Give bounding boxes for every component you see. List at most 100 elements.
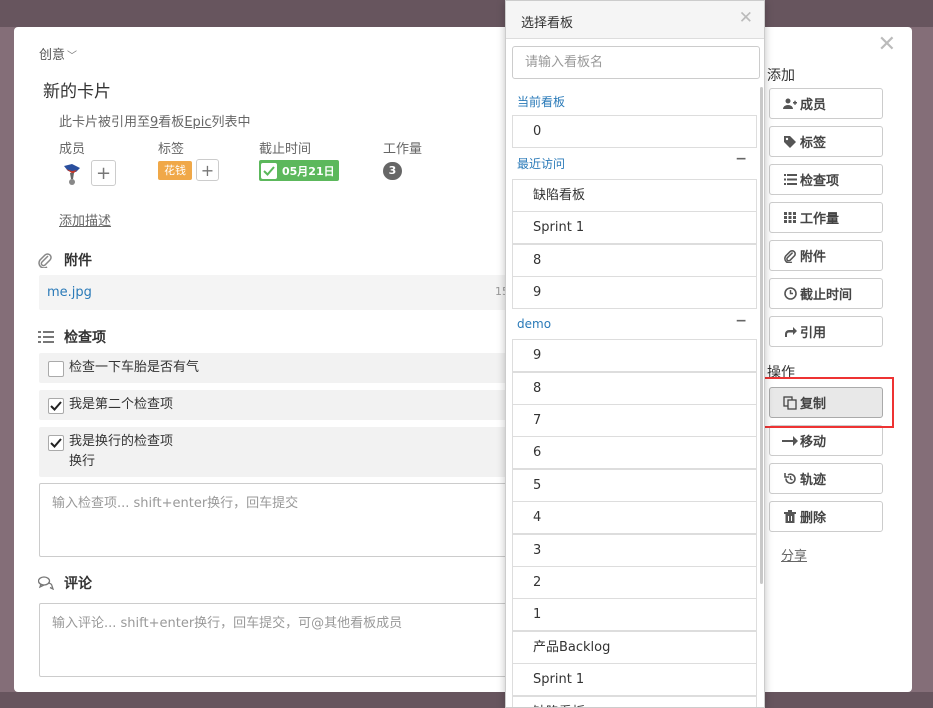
add-member-button[interactable]: + — [91, 160, 116, 186]
checklist-section-title: 检查项 — [38, 327, 106, 347]
card-detail-modal: ✕ 创意 ﹀ 新的卡片 此卡片被引用至9看板Epic列表中 成员 标签 截止时间 … — [14, 27, 912, 692]
list-breadcrumb[interactable]: 创意 ﹀ — [39, 44, 77, 63]
history-button[interactable]: 轨迹 — [769, 463, 883, 494]
add-section-title: 添加 — [767, 68, 795, 84]
list-icon — [782, 174, 798, 185]
comments-icon — [38, 576, 54, 590]
add-workload-action-button[interactable]: 工作量 — [769, 202, 883, 233]
copy-card-button[interactable]: 复制 — [769, 387, 883, 418]
checklist-item-text: 检查一下车胎是否有气 — [69, 360, 200, 375]
tag-chip[interactable]: 花钱 — [158, 161, 192, 180]
board-option[interactable]: 3 — [512, 534, 757, 567]
button-label: 移动 — [800, 435, 827, 450]
share-arrow-icon — [782, 326, 798, 337]
collapse-icon[interactable]: − — [735, 151, 747, 167]
button-label: 复制 — [800, 397, 827, 412]
popover-header: 选择看板 ✕ — [506, 1, 764, 39]
board-option[interactable]: 产品Backlog — [512, 631, 757, 664]
actions-section-title: 操作 — [767, 365, 795, 381]
attachments-title: 附件 — [64, 253, 92, 269]
popover-title: 选择看板 — [521, 16, 574, 31]
user-plus-icon — [782, 98, 798, 110]
due-date-value: 05月21日 — [282, 164, 335, 178]
board-option[interactable]: 1 — [512, 598, 757, 631]
button-label: 引用 — [800, 326, 827, 341]
group-label-demo: demo — [517, 317, 552, 331]
group-label-recent: 最近访问 — [517, 157, 566, 171]
tag-icon — [782, 135, 798, 148]
history-icon — [782, 472, 798, 485]
breadcrumb-label: 创意 — [39, 48, 66, 63]
share-link[interactable]: 分享 — [781, 545, 807, 564]
paperclip-icon — [38, 252, 54, 268]
add-reference-action-button[interactable]: 引用 — [769, 316, 883, 347]
checklist-item-line2: 换行 — [69, 454, 96, 469]
checklist-checkbox[interactable] — [48, 361, 64, 377]
ref-suffix: 列表中 — [211, 115, 251, 130]
list-icon — [38, 330, 54, 344]
board-option[interactable]: Sprint 1 — [512, 211, 757, 244]
add-due-date-action-button[interactable]: 截止时间 — [769, 278, 883, 309]
delete-card-button[interactable]: 删除 — [769, 501, 883, 532]
button-label: 删除 — [800, 511, 827, 526]
board-option[interactable]: 缺陷看板 — [512, 696, 757, 707]
workload-badge[interactable]: 3 — [383, 162, 402, 180]
button-label: 工作量 — [800, 212, 840, 227]
collapse-icon[interactable]: − — [735, 313, 747, 329]
card-title[interactable]: 新的卡片 — [43, 77, 111, 102]
board-option[interactable]: 8 — [512, 244, 757, 277]
attachment-row: me.jpg 15 — [39, 275, 539, 310]
close-icon[interactable]: ✕ — [878, 34, 896, 56]
members-label: 成员 — [59, 142, 86, 157]
checklist-item-text: 我是换行的检查项 换行 — [69, 432, 173, 472]
avatar[interactable] — [59, 161, 85, 187]
add-tag-button[interactable]: + — [196, 159, 219, 181]
ref-list-link[interactable]: Epic — [184, 115, 211, 130]
grid-icon — [782, 212, 798, 223]
board-option[interactable]: 8 — [512, 372, 757, 405]
reference-info: 此卡片被引用至9看板Epic列表中 — [59, 111, 251, 130]
copy-icon — [782, 395, 798, 410]
checklist-item[interactable]: 检查一下车胎是否有气 — [39, 353, 519, 383]
attachment-link[interactable]: me.jpg — [47, 285, 92, 300]
board-option[interactable]: 6 — [512, 436, 757, 469]
add-description-link[interactable]: 添加描述 — [59, 210, 111, 229]
board-search-input[interactable] — [512, 46, 760, 79]
board-option[interactable]: 2 — [512, 566, 757, 599]
checklist-item[interactable]: 我是第二个检查项 — [39, 390, 519, 420]
chevron-down-icon: ﹀ — [67, 51, 78, 62]
comment-input[interactable]: 输入评论... shift+enter换行，回车提交，可@其他看板成员 — [39, 603, 519, 677]
board-option[interactable]: 9 — [512, 276, 757, 309]
workload-label: 工作量 — [383, 142, 423, 157]
checklist-checkbox-checked[interactable] — [48, 398, 64, 414]
checklist-checkbox-checked[interactable] — [48, 435, 64, 451]
board-option[interactable]: 7 — [512, 404, 757, 437]
button-label: 标签 — [800, 136, 827, 151]
add-attachment-action-button[interactable]: 附件 — [769, 240, 883, 271]
board-option[interactable]: 缺陷看板 — [512, 179, 757, 212]
checklist-item[interactable]: 我是换行的检查项 换行 — [39, 427, 519, 477]
checklist-title: 检查项 — [64, 330, 106, 346]
add-member-action-button[interactable]: 成员 — [769, 88, 883, 119]
board-select-popover: 选择看板 ✕ 当前看板 0 最近访问 − 缺陷看板 Sprint 1 8 9 d… — [505, 0, 765, 708]
comments-section-title: 评论 — [38, 573, 92, 593]
board-option[interactable]: 9 — [512, 339, 757, 372]
attachments-section-title: 附件 — [38, 250, 92, 270]
close-icon[interactable]: ✕ — [739, 8, 753, 28]
due-date-chip[interactable]: 05月21日 — [259, 160, 339, 181]
scrollbar[interactable] — [760, 87, 763, 584]
ref-board-word: 看板 — [158, 115, 185, 130]
paperclip-icon — [782, 249, 798, 263]
move-card-button[interactable]: 移动 — [769, 425, 883, 456]
board-option[interactable]: 5 — [512, 469, 757, 502]
add-checklist-action-button[interactable]: 检查项 — [769, 164, 883, 195]
arrow-right-icon — [782, 435, 798, 446]
board-option[interactable]: 4 — [512, 501, 757, 534]
due-complete-checkbox[interactable] — [261, 162, 277, 179]
board-option[interactable]: 0 — [512, 115, 757, 148]
add-tag-action-button[interactable]: 标签 — [769, 126, 883, 157]
board-option[interactable]: Sprint 1 — [512, 663, 757, 696]
ref-prefix: 此卡片被引用至 — [59, 115, 151, 130]
checklist-input[interactable]: 输入检查项... shift+enter换行，回车提交 — [39, 483, 519, 557]
button-label: 附件 — [800, 250, 827, 265]
